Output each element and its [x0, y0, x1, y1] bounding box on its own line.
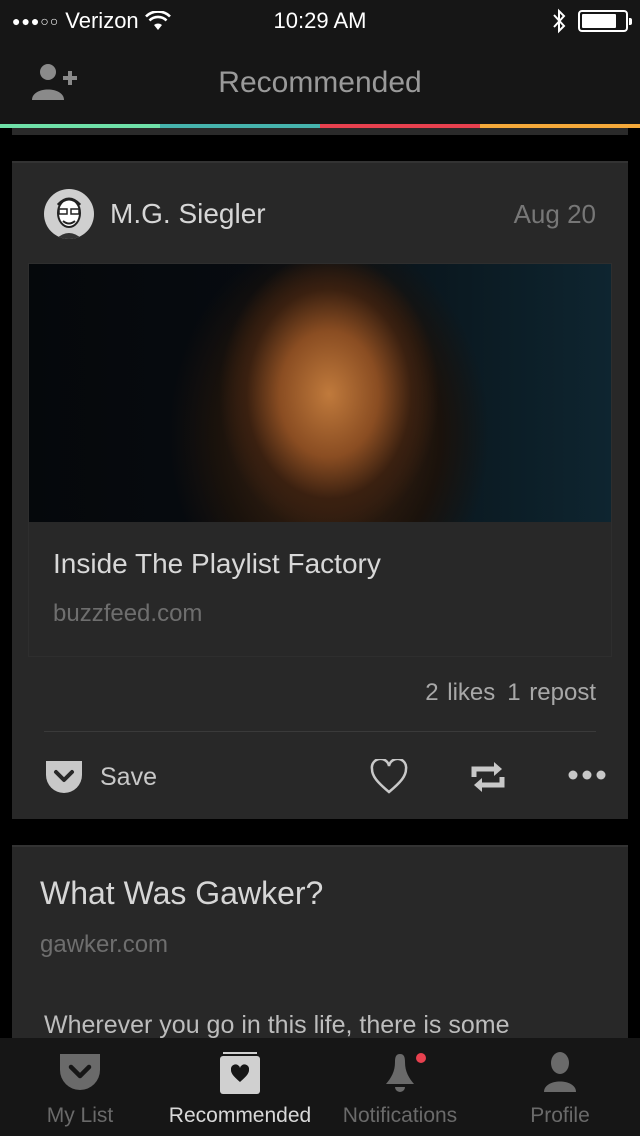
clock: 10:29 AM — [273, 8, 367, 33]
save-label: Save — [100, 762, 157, 791]
article-excerpt: Wherever you go in this life, there is s… — [44, 1011, 510, 1039]
status-bar: ●●●○○ Verizon 10:29 AM — [0, 0, 640, 42]
page-title: Recommended — [218, 66, 422, 99]
pocket-icon — [46, 761, 82, 793]
article-preview[interactable]: Inside The Playlist Factory buzzfeed.com — [28, 263, 612, 657]
heart-icon[interactable] — [369, 759, 409, 795]
tab-profile[interactable]: Profile — [480, 1038, 640, 1136]
previous-card-edge — [12, 128, 628, 135]
article-image[interactable] — [29, 264, 611, 522]
feed-post[interactable]: What Was Gawker? gawker.com Wherever you… — [12, 845, 628, 1045]
profile-icon — [544, 1052, 576, 1092]
recommended-icon — [220, 1052, 260, 1094]
likes-count[interactable]: 2 likes — [425, 679, 495, 706]
post-author[interactable]: M.G. Siegler — [44, 189, 266, 239]
notification-badge — [416, 1053, 426, 1063]
article-title[interactable]: Inside The Playlist Factory — [53, 548, 381, 580]
tab-label: My List — [46, 1104, 114, 1127]
avatar[interactable] — [44, 189, 94, 239]
article-title[interactable]: What Was Gawker? — [40, 875, 323, 912]
save-button[interactable]: Save — [44, 759, 157, 795]
feed-post: M.G. Siegler Aug 20 Inside The Playlist … — [12, 161, 628, 819]
tab-label: Recommended — [168, 1104, 312, 1127]
bell-icon — [386, 1053, 426, 1092]
tab-notifications[interactable]: Notifications — [320, 1038, 480, 1136]
article-domain: gawker.com — [40, 931, 169, 958]
tab-bar: My List Recommended Notifications Profil… — [0, 1038, 640, 1136]
tab-recommended[interactable]: Recommended — [160, 1038, 320, 1136]
reposts-count[interactable]: 1 repost — [507, 679, 596, 706]
post-date: Aug 20 — [513, 199, 596, 229]
divider — [44, 731, 596, 732]
article-domain: buzzfeed.com — [53, 600, 203, 627]
post-stats: 2 likes 1 repost — [425, 679, 596, 707]
tab-label: Profile — [530, 1104, 590, 1127]
bluetooth-icon — [553, 8, 566, 34]
battery-icon — [578, 10, 632, 32]
tab-my-list[interactable]: My List — [0, 1038, 160, 1136]
nav-bar: Recommended — [0, 42, 640, 124]
pocket-icon — [60, 1054, 100, 1090]
tab-label: Notifications — [342, 1104, 458, 1127]
more-options-icon[interactable] — [568, 769, 608, 781]
author-name[interactable]: M.G. Siegler — [110, 198, 266, 230]
repost-icon[interactable] — [470, 757, 506, 797]
post-actions: Save — [44, 753, 606, 803]
avatar-face-icon — [56, 197, 82, 239]
